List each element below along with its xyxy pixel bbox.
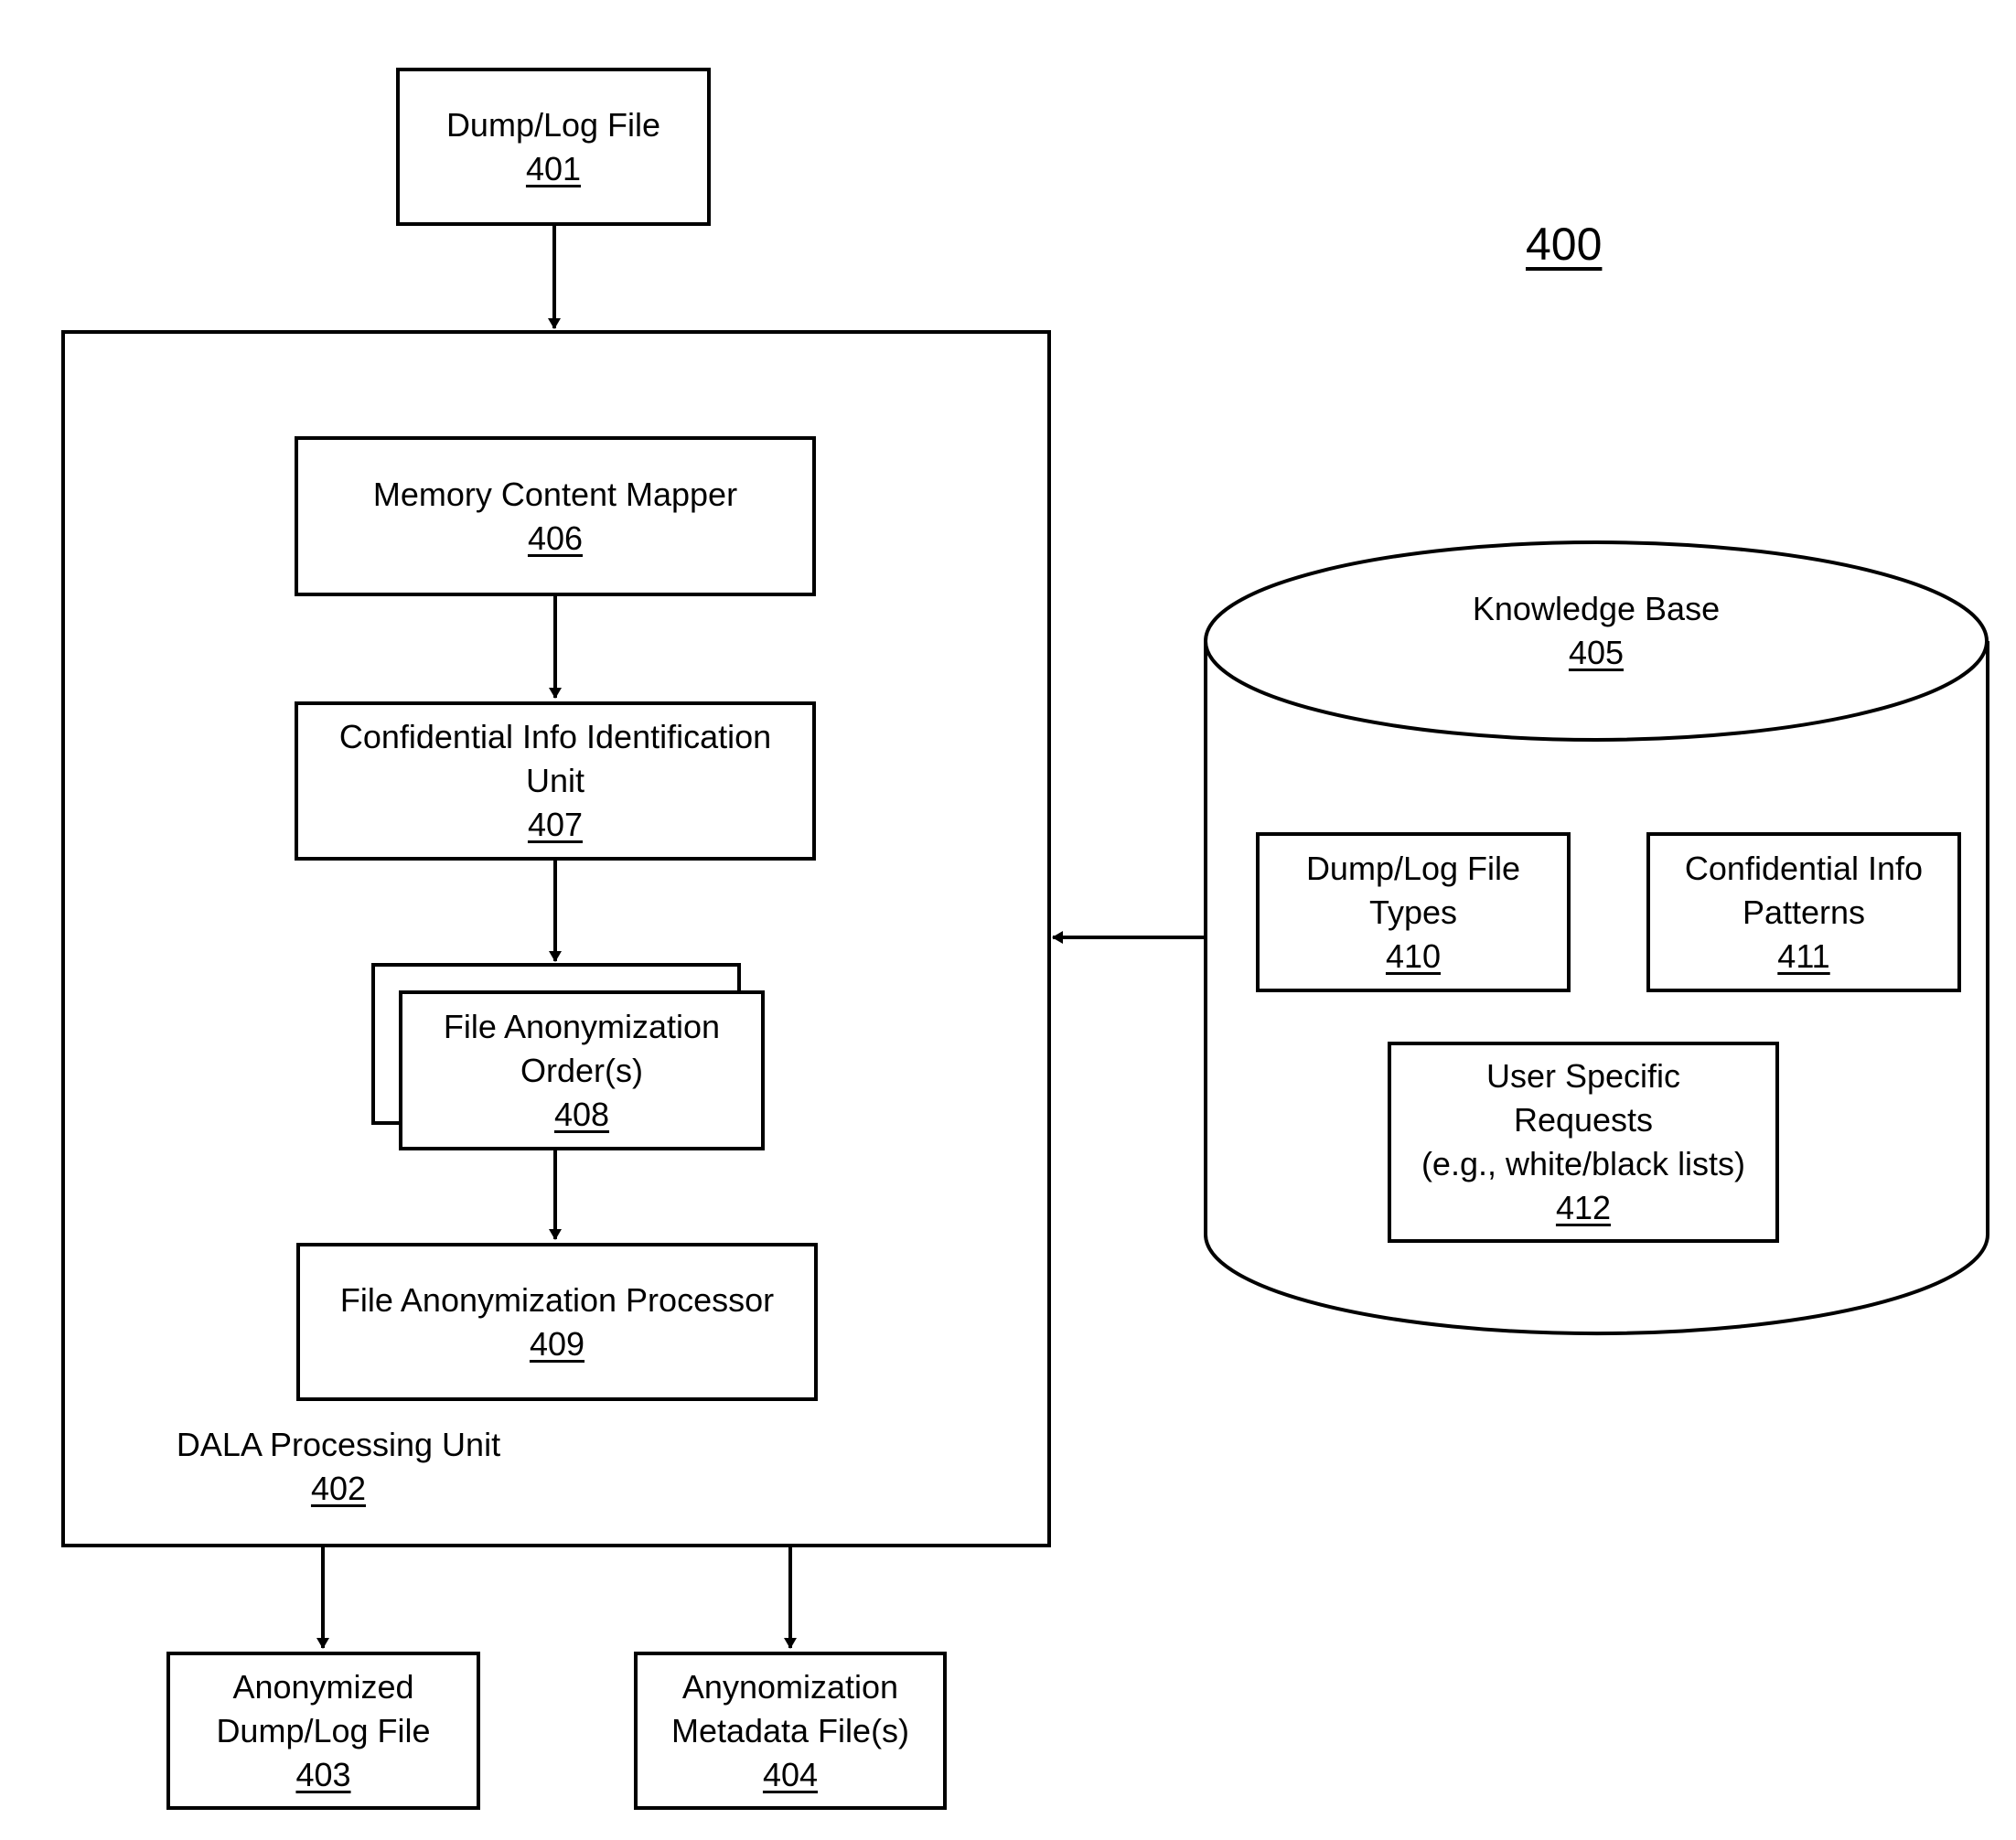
node-confidential-info-identification-unit[interactable]: Confidential Info Identification Unit 40… <box>295 701 816 861</box>
node-title-line1: Anonymized <box>232 1667 414 1706</box>
node-number: 409 <box>529 1324 585 1363</box>
knowledge-base-label: Knowledge Base 405 <box>1413 587 1779 675</box>
node-title-line2: Dump/Log File <box>216 1711 431 1749</box>
dala-processing-unit-label: DALA Processing Unit 402 <box>155 1423 521 1511</box>
node-number: 407 <box>527 806 584 843</box>
node-number: 405 <box>1568 634 1625 671</box>
node-title: Dump/Log File <box>445 105 661 144</box>
node-title: File Anonymization Processor <box>339 1280 775 1319</box>
node-title-line2: Order(s) <box>520 1051 643 1089</box>
node-title-line1: Dump/Log File <box>1305 849 1521 887</box>
node-confidential-info-patterns[interactable]: Confidential Info Patterns 411 <box>1646 832 1961 992</box>
node-file-anonymization-orders[interactable]: File Anonymization Order(s) 408 <box>399 990 765 1150</box>
node-file-anonymization-processor[interactable]: File Anonymization Processor 409 <box>296 1243 818 1401</box>
node-number: 401 <box>525 149 582 187</box>
node-number: 406 <box>527 519 584 557</box>
node-number: 403 <box>295 1755 351 1793</box>
node-number: 408 <box>553 1095 610 1133</box>
node-number: 410 <box>1385 936 1442 975</box>
node-title-line1: Confidential Info Identification <box>338 718 772 755</box>
node-anonymization-metadata-files[interactable]: Anynomization Metadata File(s) 404 <box>634 1652 947 1810</box>
node-title-line1: Confidential Info <box>1684 849 1924 887</box>
node-title-line1: Anynomization <box>681 1667 899 1706</box>
figure-number: 400 <box>1526 219 1603 270</box>
node-number: 404 <box>762 1755 819 1793</box>
node-dump-log-file-types[interactable]: Dump/Log File Types 410 <box>1256 832 1571 992</box>
node-anonymized-dump-log-file[interactable]: Anonymized Dump/Log File 403 <box>166 1652 480 1810</box>
node-number: 411 <box>1777 936 1830 975</box>
node-number: 412 <box>1555 1189 1612 1226</box>
node-dump-log-file[interactable]: Dump/Log File 401 <box>396 68 711 226</box>
node-title: Memory Content Mapper <box>372 475 738 513</box>
node-title-line1: User Specific <box>1485 1057 1681 1095</box>
node-number: 402 <box>310 1470 367 1507</box>
node-title-line2: Patterns <box>1742 893 1866 931</box>
node-title: Knowledge Base <box>1472 590 1721 627</box>
node-title-line1: File Anonymization <box>443 1007 721 1045</box>
node-title-line2: Types <box>1368 893 1458 931</box>
node-title-line3: (e.g., white/black lists) <box>1421 1145 1746 1182</box>
node-title: DALA Processing Unit <box>176 1426 501 1463</box>
node-title-line2: Unit <box>525 762 585 799</box>
node-memory-content-mapper[interactable]: Memory Content Mapper 406 <box>295 436 816 596</box>
node-title-line2: Requests <box>1513 1101 1654 1139</box>
node-user-specific-requests[interactable]: User Specific Requests (e.g., white/blac… <box>1388 1042 1779 1243</box>
node-title-line2: Metadata File(s) <box>670 1711 910 1749</box>
